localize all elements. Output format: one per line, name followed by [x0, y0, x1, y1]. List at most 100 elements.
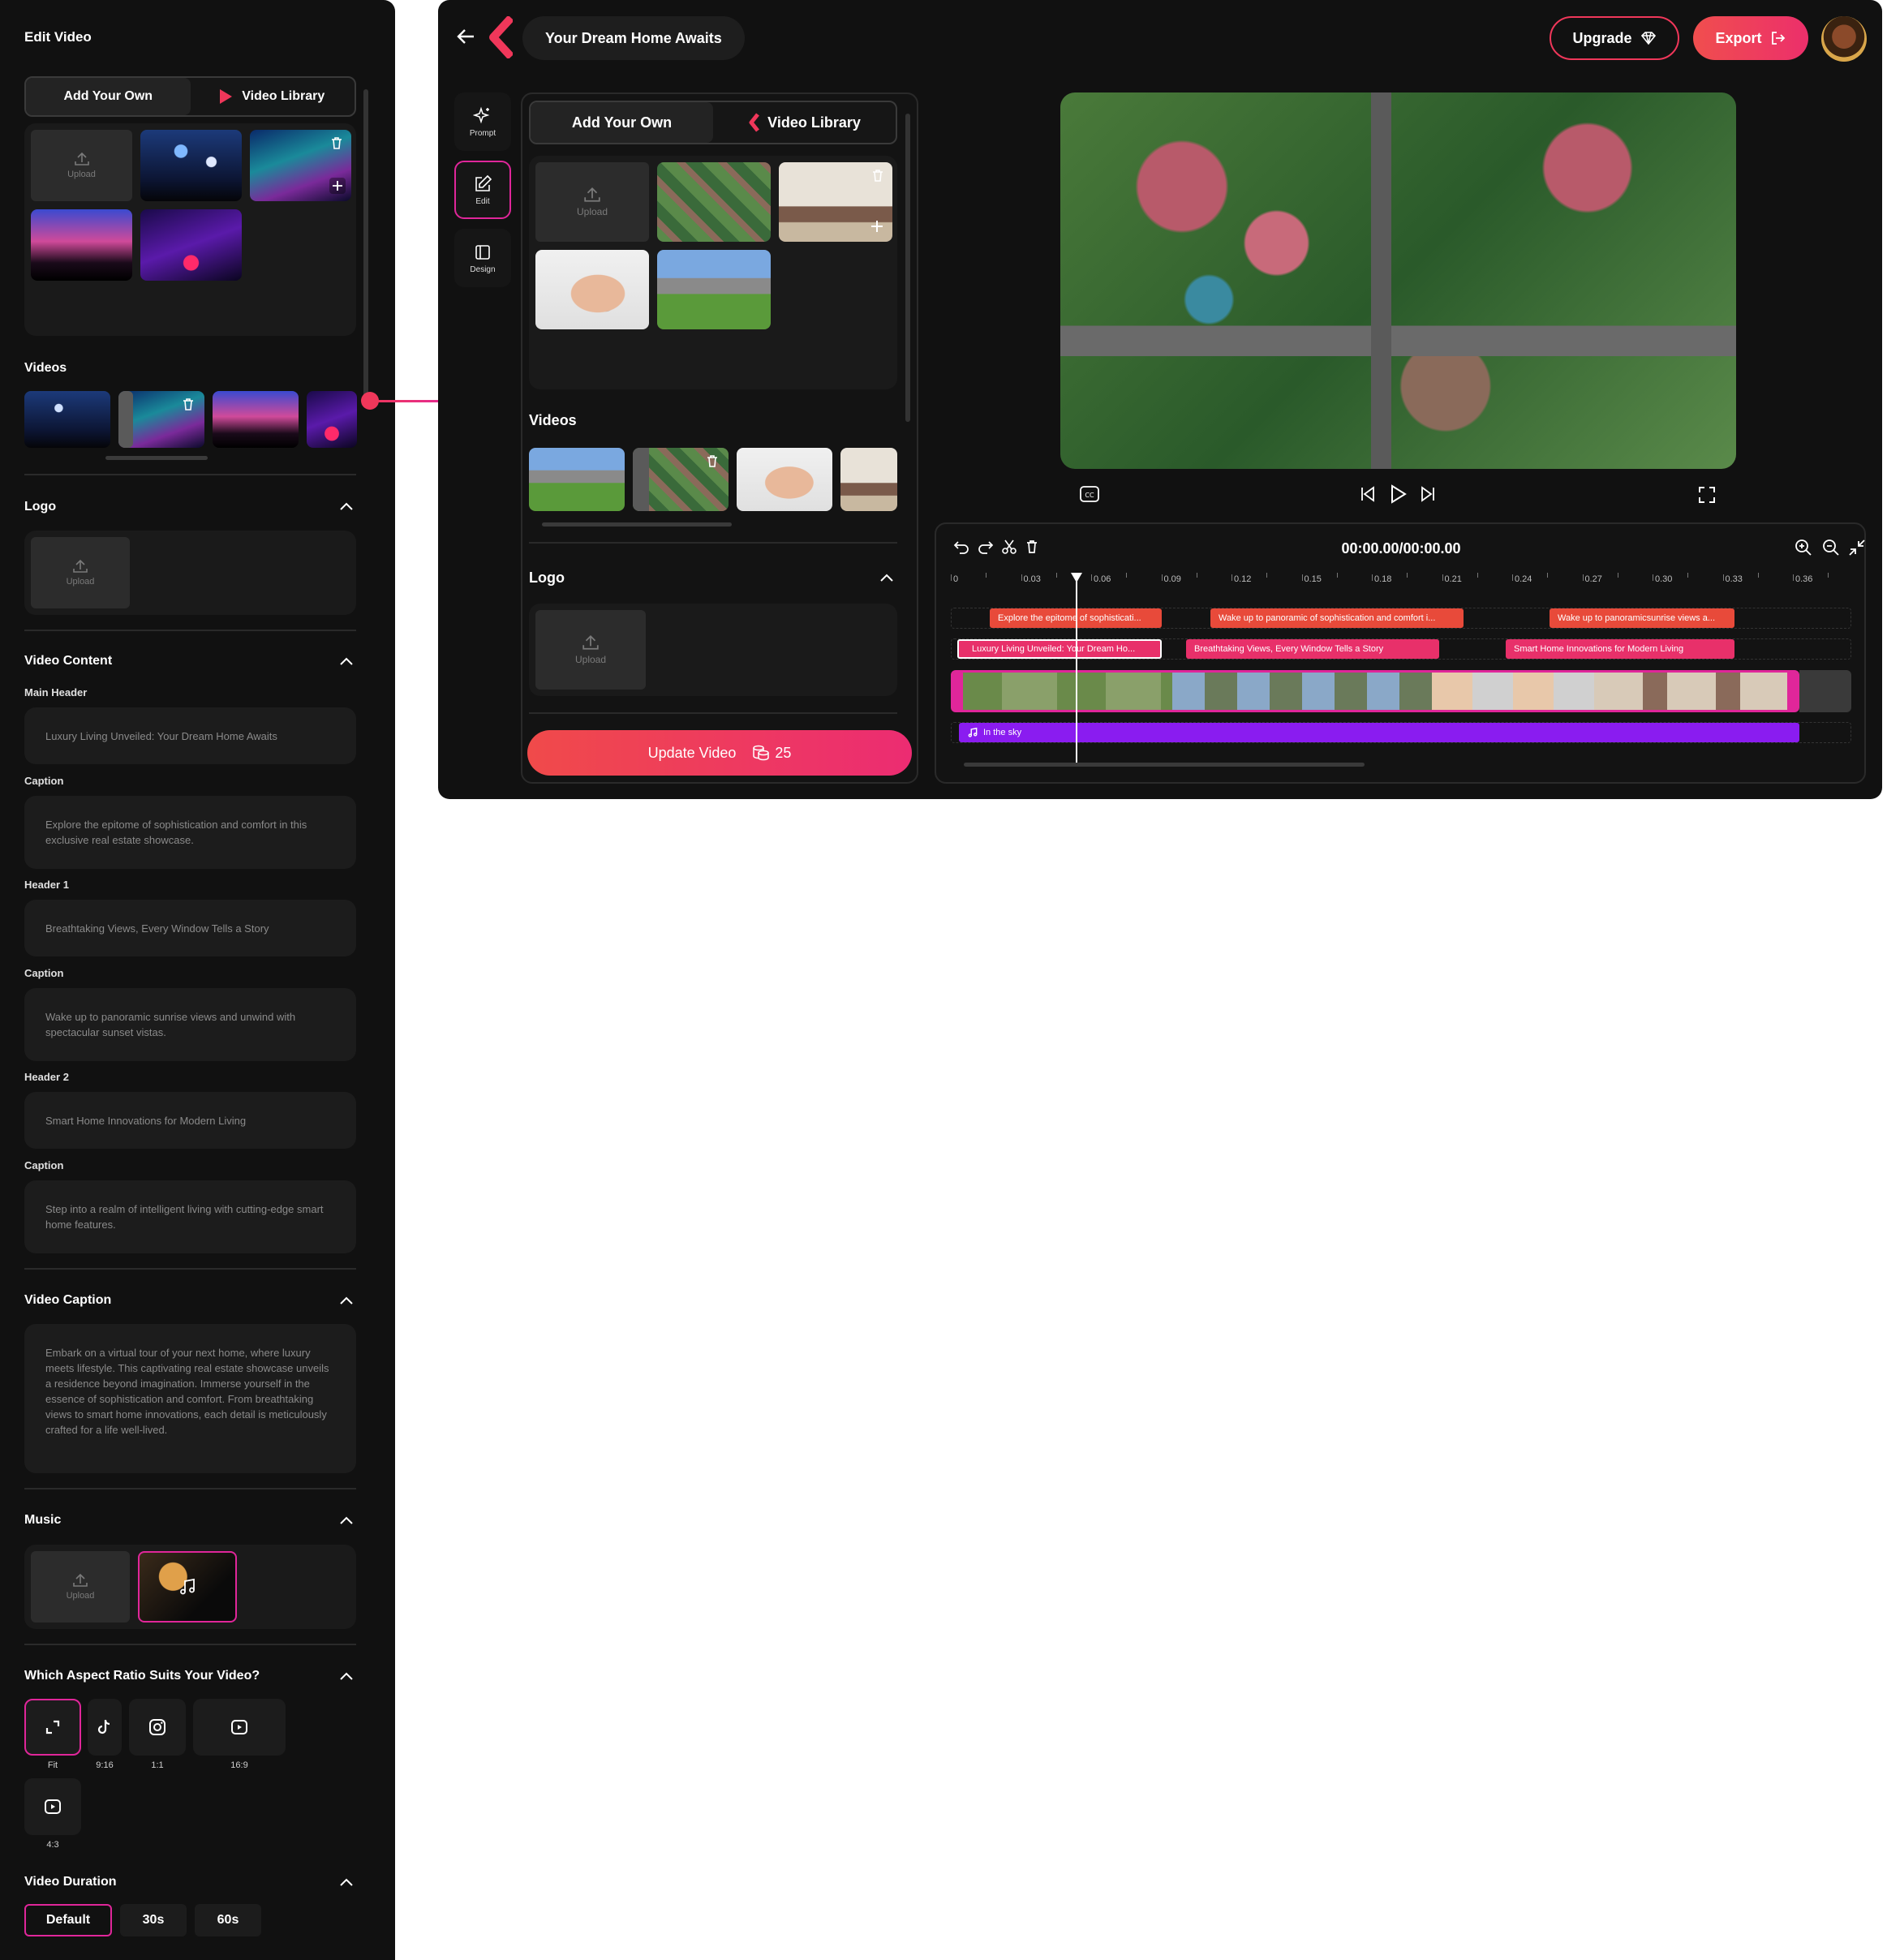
chevron-up-icon[interactable] — [339, 1296, 354, 1305]
caption-field[interactable]: Explore the epitome of sophistication an… — [24, 796, 356, 869]
header-1-field[interactable]: Breathtaking Views, Every Window Tells a… — [24, 900, 356, 956]
user-avatar[interactable] — [1821, 16, 1867, 62]
drag-handle[interactable] — [633, 448, 649, 511]
music-note-icon — [968, 727, 978, 737]
video-clip-thumbnail[interactable] — [633, 448, 729, 511]
video-clip-thumbnail[interactable] — [118, 391, 204, 448]
divider — [529, 542, 897, 544]
aspect-16-9-button[interactable] — [193, 1699, 286, 1756]
trim-handle-left[interactable] — [953, 673, 963, 710]
aspect-9-16-button[interactable] — [88, 1699, 122, 1756]
music-upload-button[interactable]: Upload — [31, 1551, 130, 1623]
tab-video-library[interactable]: Video Library — [713, 102, 896, 143]
chevron-up-icon[interactable] — [339, 501, 354, 511]
drag-handle[interactable] — [118, 391, 133, 448]
video-caption-field[interactable]: Embark on a virtual tour of your next ho… — [24, 1324, 356, 1473]
header-2-field[interactable]: Smart Home Innovations for Modern Living — [24, 1092, 356, 1149]
video-clip-thumbnail[interactable] — [840, 448, 897, 511]
layout-icon — [475, 244, 490, 260]
video-clip-thumbnail[interactable] — [737, 448, 832, 511]
chevron-up-icon[interactable] — [339, 1671, 354, 1681]
video-clip-thumbnail[interactable] — [213, 391, 299, 448]
caption-clip[interactable]: Wake up to panoramicsunrise views a... — [1550, 608, 1734, 628]
play-icon[interactable] — [1388, 484, 1408, 505]
vertical-scrollbar[interactable] — [363, 89, 368, 398]
horizontal-scrollbar[interactable] — [105, 456, 208, 460]
video-track[interactable] — [951, 670, 1799, 712]
divider — [24, 630, 356, 631]
skip-back-icon[interactable] — [1359, 485, 1377, 503]
export-button[interactable]: Export — [1693, 16, 1808, 60]
tab-add-your-own[interactable]: Add Your Own — [26, 78, 191, 115]
youtube-icon — [231, 1720, 247, 1734]
update-video-button[interactable]: Update Video 25 — [527, 730, 912, 776]
video-clip-thumbnail[interactable] — [529, 448, 625, 511]
scissors-icon[interactable] — [1001, 539, 1017, 555]
playhead[interactable] — [1076, 574, 1077, 766]
chevron-up-icon[interactable] — [339, 1877, 354, 1887]
caption-field[interactable]: Wake up to panoramic sunrise views and u… — [24, 988, 356, 1061]
closed-captions-icon[interactable]: CC — [1079, 485, 1100, 503]
trash-icon[interactable] — [1024, 539, 1040, 555]
vertical-scrollbar[interactable] — [905, 114, 910, 422]
duration-30s-button[interactable]: 30s — [120, 1904, 187, 1936]
logo-upload-button[interactable]: Upload — [31, 537, 130, 608]
upload-button[interactable]: Upload — [31, 130, 132, 201]
main-header-field[interactable]: Luxury Living Unveiled: Your Dream Home … — [24, 707, 356, 764]
media-thumbnail[interactable] — [779, 162, 892, 242]
undo-icon[interactable] — [952, 539, 970, 555]
divider — [529, 712, 897, 714]
playhead-handle[interactable] — [1071, 573, 1082, 582]
video-preview[interactable] — [1060, 92, 1736, 469]
media-thumbnail[interactable] — [140, 130, 242, 201]
media-thumbnail[interactable] — [535, 250, 649, 329]
media-thumbnail[interactable] — [250, 130, 351, 201]
media-thumbnail[interactable] — [657, 250, 771, 329]
caption-clip[interactable]: Wake up to panoramic of sophistication a… — [1210, 608, 1464, 628]
header-clip[interactable]: Smart Home Innovations for Modern Living — [1506, 639, 1734, 659]
redo-icon[interactable] — [977, 539, 995, 555]
header-clip[interactable]: Breathtaking Views, Every Window Tells a… — [1186, 639, 1439, 659]
video-clip-thumbnail[interactable] — [307, 391, 357, 448]
media-thumbnail[interactable] — [657, 162, 771, 242]
fullscreen-icon[interactable] — [1697, 485, 1717, 505]
chevron-up-icon[interactable] — [339, 1515, 354, 1525]
caption-field[interactable]: Step into a realm of intelligent living … — [24, 1180, 356, 1253]
timeline-scrollbar[interactable] — [964, 763, 1365, 767]
sidebar-prompt[interactable]: Prompt — [454, 92, 511, 151]
project-title[interactable]: Your Dream Home Awaits — [522, 16, 745, 60]
sidebar-edit[interactable]: Edit — [454, 161, 511, 219]
zoom-out-icon[interactable] — [1822, 539, 1840, 557]
source-tabs: Add Your Own Video Library — [529, 101, 897, 144]
sidebar-design[interactable]: Design — [454, 229, 511, 287]
trim-handle-right[interactable] — [1787, 673, 1797, 710]
skip-forward-icon[interactable] — [1419, 485, 1437, 503]
video-clip-thumbnail[interactable] — [24, 391, 110, 448]
tab-add-your-own[interactable]: Add Your Own — [531, 102, 713, 143]
aspect-1-1-button[interactable] — [129, 1699, 186, 1756]
aspect-4-3-button[interactable] — [24, 1778, 81, 1835]
video-content-heading: Video Content — [24, 654, 113, 668]
ruler-tick-mark — [1021, 574, 1022, 581]
zoom-in-icon[interactable] — [1795, 539, 1812, 557]
upgrade-button[interactable]: Upgrade — [1550, 16, 1679, 60]
upload-button[interactable]: Upload — [535, 162, 649, 242]
duration-default-button[interactable]: Default — [24, 1904, 112, 1936]
connector-dot — [361, 392, 379, 410]
tab-video-library[interactable]: Video Library — [191, 78, 355, 115]
chevron-up-icon[interactable] — [879, 573, 894, 582]
music-clip[interactable]: In the sky — [959, 723, 1799, 742]
back-arrow-icon[interactable] — [456, 26, 477, 47]
aspect-fit-button[interactable] — [24, 1699, 81, 1756]
duration-60s-button[interactable]: 60s — [195, 1904, 261, 1936]
media-thumbnail[interactable] — [140, 209, 242, 281]
ruler-tick-label: 0.18 — [1374, 574, 1392, 584]
logo-upload-button[interactable]: Upload — [535, 610, 646, 690]
collapse-icon[interactable] — [1848, 539, 1866, 557]
horizontal-scrollbar[interactable] — [542, 522, 732, 527]
media-thumbnail[interactable] — [31, 209, 132, 281]
chevron-up-icon[interactable] — [339, 656, 354, 666]
aspect-ratio-heading: Which Aspect Ratio Suits Your Video? — [24, 1669, 260, 1683]
music-track-thumbnail[interactable] — [138, 1551, 237, 1623]
header-clip-selected[interactable]: Luxury Living Unveiled: Your Dream Ho... — [957, 639, 1162, 659]
